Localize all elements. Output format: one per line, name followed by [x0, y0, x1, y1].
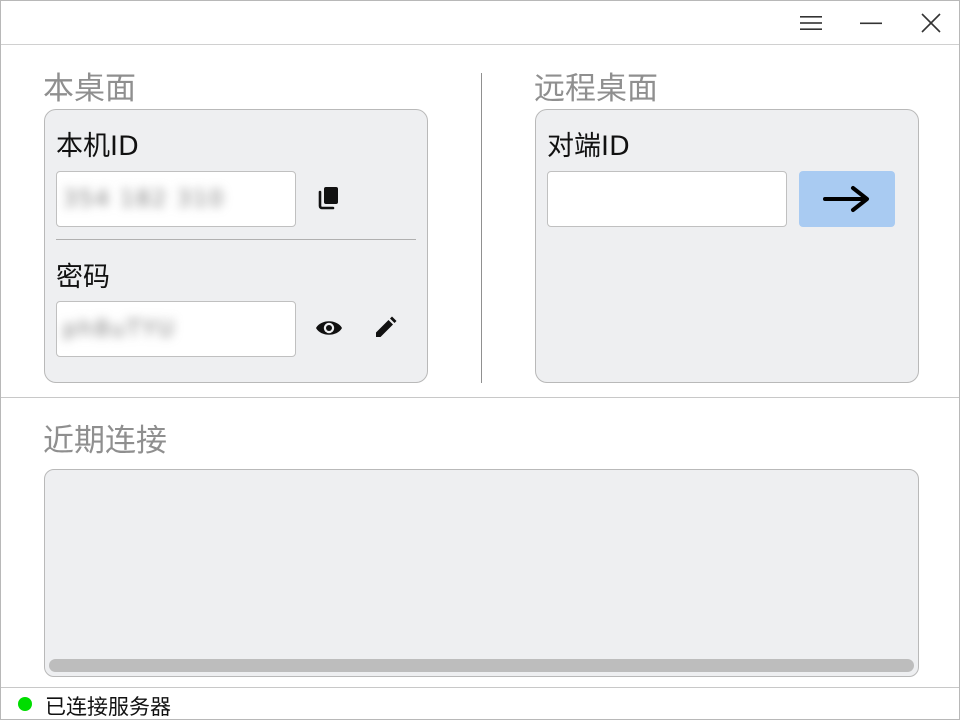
local-id-field[interactable]: 354 182 310 [56, 171, 296, 227]
status-bar: 已连接服务器 [1, 687, 959, 719]
minimize-button[interactable] [849, 7, 893, 39]
recent-separator [1, 397, 959, 398]
remote-desktop-card: 对端ID [535, 109, 919, 383]
copy-id-button[interactable] [311, 180, 347, 216]
local-id-value: 354 182 310 [63, 186, 225, 212]
copy-icon [318, 187, 338, 210]
remote-section-title: 远程桌面 [534, 71, 658, 107]
show-password-button[interactable] [311, 310, 347, 346]
pencil-icon [376, 316, 397, 337]
arrow-right-icon [823, 186, 869, 212]
peer-id-input[interactable] [547, 171, 787, 227]
close-button[interactable] [909, 7, 953, 39]
section-divider [481, 73, 482, 383]
close-icon [921, 13, 941, 33]
peer-id-label: 对端ID [547, 131, 630, 162]
password-label: 密码 [56, 262, 110, 293]
menu-button[interactable] [789, 7, 833, 39]
local-card-divider [56, 239, 416, 240]
title-bar [1, 1, 959, 45]
password-value: ph8uTYU [63, 316, 176, 342]
local-desktop-card: 本机ID 354 182 310 密码 ph8uTYU [44, 109, 428, 383]
recent-connections-list[interactable] [44, 469, 919, 677]
local-section-title: 本桌面 [43, 71, 136, 107]
password-field[interactable]: ph8uTYU [56, 301, 296, 357]
connection-status-text: 已连接服务器 [45, 695, 171, 719]
connection-status-dot [18, 697, 32, 711]
minimize-icon [860, 22, 882, 25]
eye-icon [316, 321, 342, 335]
connect-button[interactable] [799, 171, 895, 227]
edit-password-button[interactable] [367, 310, 403, 346]
horizontal-scrollbar[interactable] [49, 659, 914, 672]
app-window: 本桌面 本机ID 354 182 310 密码 ph8uTYU 远程桌面 对端I… [0, 0, 960, 720]
local-id-label: 本机ID [56, 131, 139, 162]
recent-section-title: 近期连接 [43, 423, 167, 459]
hamburger-menu-icon [800, 16, 822, 30]
